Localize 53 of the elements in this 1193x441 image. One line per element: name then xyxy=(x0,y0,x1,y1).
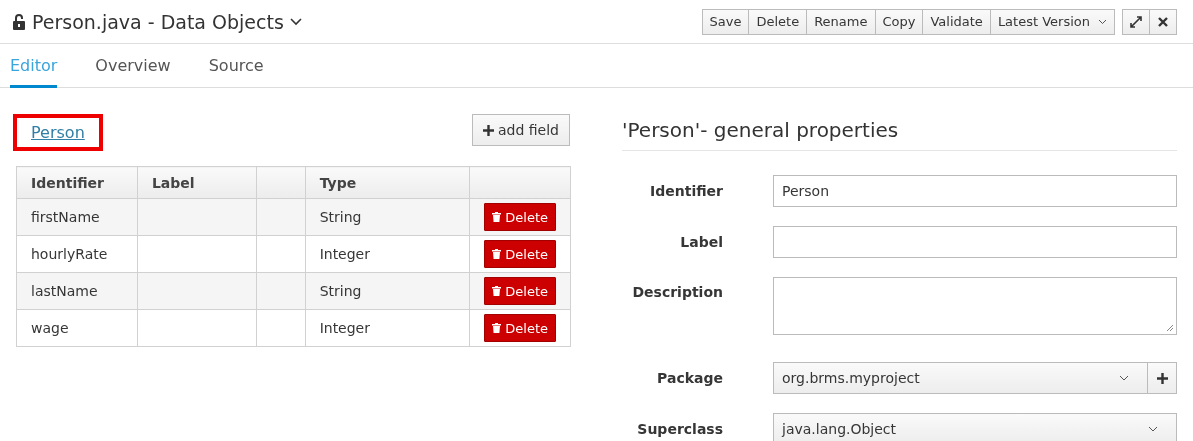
field-label: Label xyxy=(679,233,723,252)
expand-icon xyxy=(1130,15,1142,28)
table-cell: wage xyxy=(31,320,69,336)
expand-button[interactable] xyxy=(1122,8,1150,35)
field-label: Superclass xyxy=(636,420,723,439)
table-cell: String xyxy=(319,209,362,225)
table-cell: Integer xyxy=(319,320,370,336)
select-field[interactable]: org.brms.myproject xyxy=(773,362,1148,394)
trash-icon xyxy=(492,249,502,259)
toolbar-button[interactable]: Delete xyxy=(748,8,808,35)
delete-button[interactable]: Delete xyxy=(484,203,556,231)
toolbar-button[interactable]: Save xyxy=(701,8,750,35)
column-header: Identifier xyxy=(31,174,104,191)
close-icon xyxy=(1158,16,1168,27)
field-label: Description xyxy=(631,283,723,302)
table-cell: firstName xyxy=(31,209,100,225)
close-button[interactable] xyxy=(1149,8,1177,35)
delete-button[interactable]: Delete xyxy=(484,277,556,305)
table-cell: hourlyRate xyxy=(31,246,108,262)
chevron-down-icon xyxy=(1119,375,1129,381)
trash-icon xyxy=(492,286,502,296)
plus-icon xyxy=(483,124,494,136)
input-field[interactable]: Person xyxy=(773,175,1177,207)
object-link[interactable]: Person xyxy=(31,123,85,142)
add-package-button[interactable] xyxy=(1147,362,1177,394)
table-cell: String xyxy=(319,283,362,299)
lock-icon[interactable] xyxy=(12,12,26,31)
table-cell: Integer xyxy=(319,246,370,262)
chevron-down-icon xyxy=(1098,18,1107,25)
toolbar-button[interactable]: Copy xyxy=(874,8,924,35)
trash-icon xyxy=(492,323,502,333)
tab[interactable]: Overview xyxy=(95,44,171,88)
trash-icon xyxy=(492,212,502,222)
field-label: Identifier xyxy=(649,182,723,201)
column-header: Label xyxy=(151,174,195,191)
chevron-down-icon[interactable] xyxy=(289,17,302,26)
delete-button[interactable]: Delete xyxy=(484,314,556,342)
version-dropdown[interactable]: Latest Version xyxy=(989,8,1115,35)
table-cell: lastName xyxy=(31,283,98,299)
file-title: Person.java - Data Objects xyxy=(32,10,284,33)
section-title: 'Person'- general properties xyxy=(622,108,1177,151)
toolbar-button[interactable]: Validate xyxy=(922,8,991,35)
delete-button[interactable]: Delete xyxy=(484,240,556,268)
resize-grip-icon[interactable] xyxy=(1166,324,1174,332)
tab[interactable]: Source xyxy=(208,44,264,88)
add-field-button[interactable]: add field xyxy=(472,114,570,146)
field-label: Package xyxy=(656,369,723,388)
column-header: Type xyxy=(319,174,357,191)
select-field[interactable]: java.lang.Object xyxy=(773,413,1177,441)
input-field[interactable] xyxy=(773,226,1177,258)
plus-icon xyxy=(1156,372,1168,384)
toolbar-button[interactable]: Rename xyxy=(806,8,876,35)
chevron-down-icon xyxy=(1148,426,1158,432)
